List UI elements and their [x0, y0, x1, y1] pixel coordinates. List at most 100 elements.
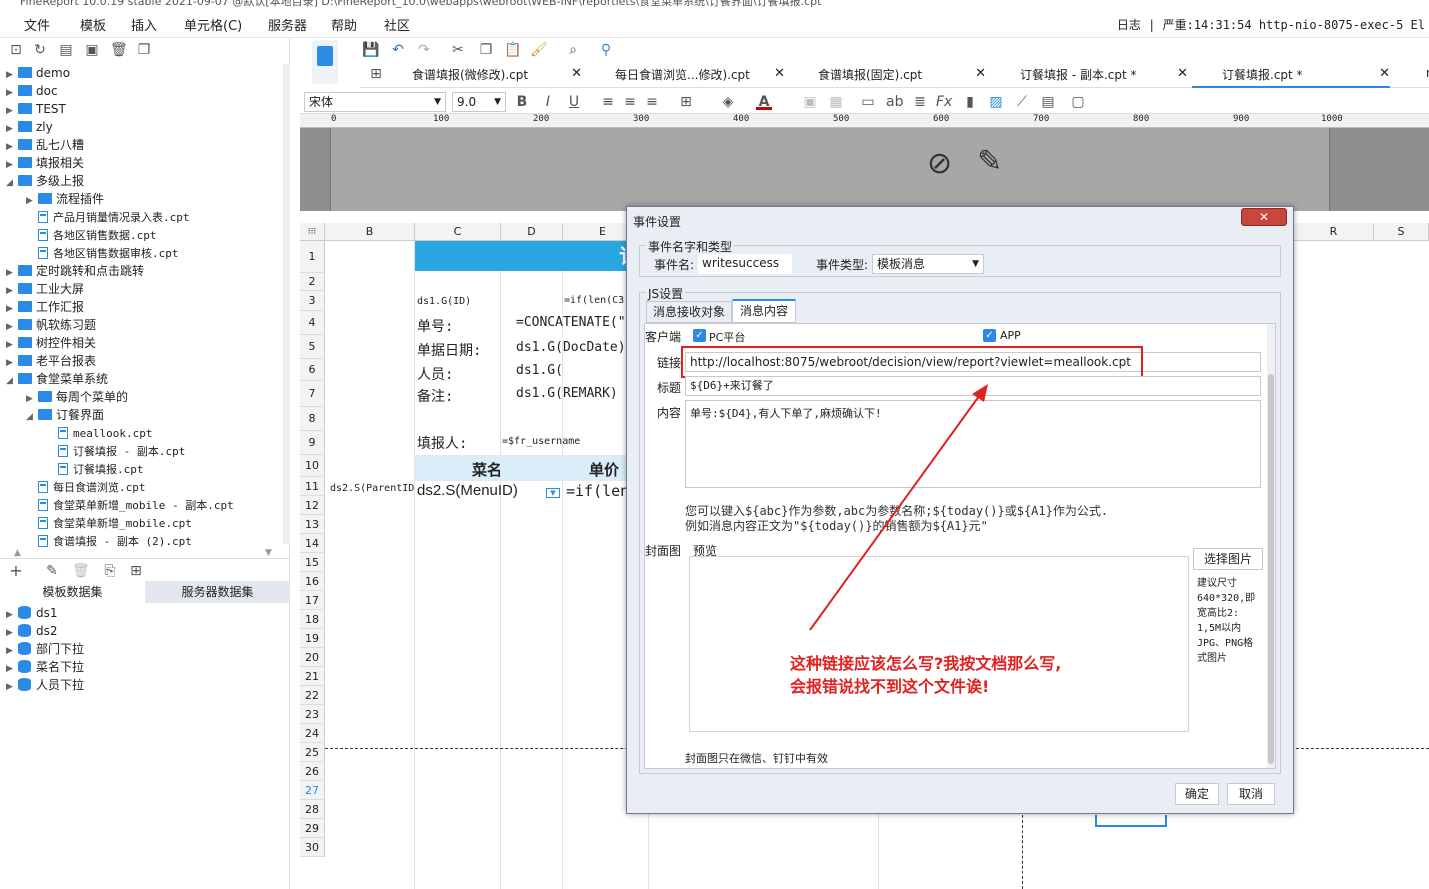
cell-c6[interactable]: 人员: — [417, 364, 453, 384]
merge-icon[interactable]: ▣ — [802, 94, 818, 110]
menu-template[interactable]: 模板 — [80, 15, 106, 34]
redo-icon[interactable]: ↷ — [416, 42, 432, 58]
font-family-select[interactable]: 宋体 ▼ — [304, 92, 446, 112]
row-header[interactable]: 14 — [300, 534, 325, 553]
cell-d7[interactable]: ds1.G(REMARK) — [516, 386, 618, 401]
status-log[interactable]: 日志 | 严重:14:31:54 http-nio-8075-exec-5 El — [1117, 16, 1425, 33]
tab-doc-1[interactable]: 食谱填报(微修改).cpt ✕ — [382, 66, 582, 88]
cell-c10[interactable]: ds2.S(MenuID) — [417, 482, 518, 499]
tree-file[interactable]: 各地区销售数据.cpt — [26, 226, 157, 244]
row-header[interactable]: 8 — [300, 407, 325, 431]
tab-doc-5-active[interactable]: 订餐填报.cpt * ✕ — [1192, 66, 1390, 88]
row-header[interactable]: 18 — [300, 610, 325, 629]
row-header[interactable]: 16 — [300, 572, 325, 591]
tab-doc-4[interactable]: 订餐填报 - 副本.cpt * ✕ — [990, 66, 1188, 88]
unmerge-icon[interactable]: ▦ — [828, 94, 844, 110]
panel-scrollbar[interactable] — [1267, 324, 1275, 768]
tree-folder[interactable]: ▶ zly — [6, 118, 53, 136]
refresh-icon[interactable]: ↻ — [32, 42, 48, 58]
bold-icon[interactable]: B — [514, 94, 530, 110]
undo-icon[interactable]: ↶ — [390, 42, 406, 58]
font-color-icon[interactable]: A — [756, 94, 772, 110]
expand-arrow-right-icon[interactable]: ▶ — [6, 678, 18, 696]
subject-input[interactable]: ${D6}+来订餐了 — [685, 376, 1261, 396]
row-header[interactable]: 22 — [300, 686, 325, 705]
app-checkbox[interactable]: ✓ — [983, 329, 996, 342]
tab-recipients[interactable]: 消息接收对象 — [646, 301, 732, 323]
lock-icon[interactable]: ▣ — [84, 42, 100, 58]
dataset-item[interactable]: ▶ 部门下拉 — [6, 640, 84, 658]
tree-file[interactable]: 食堂菜单新增_mobile - 副本.cpt — [26, 496, 234, 514]
tree-file[interactable]: meallook.cpt — [46, 424, 152, 442]
chart-icon[interactable]: ▮ — [962, 94, 978, 110]
slash-icon[interactable]: ⟋ — [1014, 94, 1030, 110]
col-header-s[interactable]: S — [1374, 223, 1429, 241]
expand-arrow-down-icon[interactable]: ◢ — [6, 174, 18, 192]
dropdown-widget-icon[interactable]: ▼ — [546, 488, 560, 498]
menu-help[interactable]: 帮助 — [331, 15, 357, 34]
cancel-button[interactable]: 取消 — [1227, 783, 1275, 805]
col-header-r[interactable]: R — [1294, 223, 1374, 241]
template-icon[interactable] — [312, 40, 338, 84]
widget-icon[interactable]: ▢ — [1070, 94, 1086, 110]
close-icon[interactable]: ✕ — [571, 66, 582, 81]
row-header[interactable]: 1 — [300, 241, 325, 273]
row-header[interactable]: 2 — [300, 273, 325, 291]
copy-icon[interactable]: ❐ — [136, 42, 152, 58]
row-header[interactable]: 29 — [300, 819, 325, 838]
row-header[interactable]: 4 — [300, 311, 325, 335]
menu-server[interactable]: 服务器 — [268, 15, 307, 34]
tree-folder[interactable]: ▶ TEST — [6, 100, 66, 118]
align-left-icon[interactable]: ≡ — [600, 94, 616, 110]
tree-folder[interactable]: ▶ 工业大屏 — [6, 280, 84, 298]
event-type-select[interactable]: 模板消息 ▼ — [872, 254, 984, 274]
tab-message-content[interactable]: 消息内容 — [732, 299, 796, 323]
dataset-item[interactable]: ▶ 人员下拉 — [6, 676, 84, 694]
border-icon[interactable]: ⊞ — [678, 94, 694, 110]
cut-icon[interactable]: ✂ — [450, 42, 466, 58]
tree-folder[interactable]: ▶ doc — [6, 82, 58, 100]
format-painter-icon[interactable]: 🖌 — [530, 42, 548, 58]
plugin-icon[interactable]: ⚲ — [598, 42, 614, 58]
tree-folder[interactable]: ▶ 流程插件 — [26, 190, 104, 208]
row-header[interactable]: 21 — [300, 667, 325, 686]
formula-icon[interactable]: Fx — [936, 94, 952, 110]
row-header[interactable]: 17 — [300, 591, 325, 610]
close-button[interactable]: ✕ — [1241, 208, 1287, 226]
hide-icon[interactable]: ⊘ — [927, 146, 952, 181]
tree-folder[interactable]: ▶ 工作汇报 — [6, 298, 84, 316]
menu-insert[interactable]: 插入 — [131, 15, 157, 34]
find-icon[interactable]: ⌕ — [565, 42, 581, 58]
tree-file[interactable]: 每日食谱浏览.cpt — [26, 478, 146, 496]
cell-d4[interactable]: =CONCATENATE(" — [516, 315, 626, 330]
preview-icon[interactable]: ⎘ — [102, 563, 118, 579]
new-folder-icon[interactable]: ⊡ — [8, 42, 24, 58]
edit-pencil-icon[interactable]: ✎ — [977, 144, 1002, 179]
subreport-icon[interactable]: ▤ — [1040, 94, 1056, 110]
close-icon[interactable]: ✕ — [1379, 66, 1390, 81]
row-header[interactable]: 19 — [300, 629, 325, 648]
row-header[interactable]: 9 — [300, 431, 325, 455]
cell-d8[interactable]: =$fr_username — [502, 436, 580, 447]
row-header[interactable]: 20 — [300, 648, 325, 667]
tab-doc-6[interactable]: m — [1396, 66, 1429, 88]
cell-c3[interactable]: ds1.G(ID) — [417, 296, 471, 307]
tree-file[interactable]: 产品月销量情况录入表.cpt — [26, 208, 190, 226]
menu-community[interactable]: 社区 — [384, 15, 410, 34]
edit-icon[interactable]: ✎ — [44, 563, 60, 579]
italic-icon[interactable]: I — [540, 94, 556, 110]
col-header-d[interactable]: D — [501, 223, 563, 241]
cell-c4[interactable]: 单号: — [417, 316, 453, 336]
tree-folder[interactable]: ◢ 订餐界面 — [26, 406, 104, 424]
fill-color-icon[interactable]: ◈ — [720, 94, 736, 110]
font-size-select[interactable]: 9.0 ▼ — [452, 92, 506, 112]
delete-dataset-icon[interactable]: 🗑 — [72, 563, 90, 579]
row-header[interactable]: 24 — [300, 724, 325, 743]
row-header[interactable]: 3 — [300, 291, 325, 311]
open-file-icon[interactable]: ▤ — [58, 42, 74, 58]
tree-folder[interactable]: ▶ 乱七八糟 — [6, 136, 84, 154]
row-header[interactable]: 15 — [300, 553, 325, 572]
tab-server-dataset[interactable]: 服务器数据集 — [145, 581, 290, 603]
dataset-item[interactable]: ▶ 菜名下拉 — [6, 658, 84, 676]
delete-icon[interactable]: 🗑 — [110, 42, 128, 58]
